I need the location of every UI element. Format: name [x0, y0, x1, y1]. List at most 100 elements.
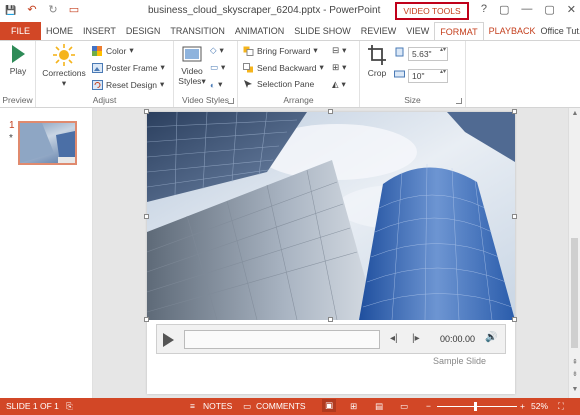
width-icon — [394, 70, 405, 78]
spellcheck-icon[interactable]: ⎘ — [66, 401, 73, 412]
undo-icon[interactable]: ↶ — [25, 3, 39, 17]
dialog-launcher-icon[interactable] — [228, 98, 234, 104]
poster-frame-label: Poster Frame — [106, 62, 158, 73]
tab-slide-show[interactable]: SLIDE SHOW — [289, 22, 356, 40]
resize-handle[interactable] — [144, 317, 149, 322]
resize-handle[interactable] — [144, 214, 149, 219]
resize-handle[interactable] — [512, 317, 517, 322]
tab-transition[interactable]: TRANSITION — [165, 22, 230, 40]
selection-pane-icon — [244, 80, 252, 88]
start-slideshow-icon[interactable]: ▭ — [67, 3, 81, 17]
group-icon: ⊞ — [332, 62, 340, 72]
video-styles-button[interactable]: Video Styles▾ — [176, 44, 208, 87]
resize-handle[interactable] — [328, 109, 333, 114]
slide: ◂| |▸ 00:00.00 🔊 Sample Slide — [144, 109, 517, 394]
scroll-thumb[interactable] — [571, 238, 578, 348]
slide-caption: Sample Slide — [433, 356, 487, 366]
zoom-out-icon[interactable]: − — [426, 401, 431, 411]
slide-number: 1 — [9, 120, 15, 131]
previous-slide-icon[interactable]: ⇞ — [569, 358, 580, 366]
video-frame[interactable] — [147, 112, 515, 320]
vertical-scrollbar[interactable]: ▲ ⇞ ⇟ ▼ — [568, 108, 580, 398]
slide-show-icon[interactable]: ▭ — [400, 401, 408, 412]
scroll-down-icon[interactable]: ▼ — [569, 386, 580, 393]
align-button[interactable]: ⊟ ▾ — [332, 45, 346, 56]
corrections-label: Corrections — [42, 68, 86, 78]
close-icon[interactable]: ✕ — [567, 3, 576, 16]
animation-marker: * — [9, 133, 13, 144]
resize-handle[interactable] — [512, 214, 517, 219]
tab-playback[interactable]: PLAYBACK — [484, 22, 541, 40]
resize-handle[interactable] — [512, 109, 517, 114]
slide-thumbnail-pane: 1 * — [0, 108, 93, 398]
tab-home[interactable]: HOME — [41, 22, 78, 40]
zoom-in-icon[interactable]: + — [520, 401, 525, 411]
group-size: Crop 5.63" 10" Size — [360, 41, 466, 107]
corrections-sun-icon — [53, 44, 75, 66]
resize-handle[interactable] — [144, 109, 149, 114]
bring-forward-button[interactable]: Bring Forward ▾ — [243, 45, 318, 56]
slide-thumbnail[interactable] — [18, 121, 77, 165]
tab-animation[interactable]: ANIMATION — [230, 22, 289, 40]
bring-forward-icon — [243, 46, 254, 56]
ribbon-display-icon[interactable]: ▢ — [499, 3, 509, 16]
zoom-slider[interactable] — [437, 406, 517, 407]
tab-review[interactable]: REVIEW — [356, 22, 402, 40]
color-icon — [92, 45, 102, 56]
normal-view-icon[interactable]: ▣ — [322, 399, 337, 412]
dialog-launcher-icon[interactable] — [456, 98, 462, 104]
volume-icon[interactable]: 🔊 — [485, 332, 497, 343]
group-adjust: Corrections ▾ Color ▾ Poster Frame ▾ Reset … — [36, 41, 174, 107]
crop-button[interactable]: Crop — [363, 44, 391, 78]
skip-back-icon[interactable]: ◂| — [390, 333, 398, 344]
color-label: Color — [106, 45, 127, 56]
selection-pane-button[interactable]: Selection Pane — [243, 79, 314, 89]
rotate-icon: ◭ — [332, 79, 339, 89]
reading-view-icon[interactable]: ▤ — [375, 401, 383, 412]
corrections-button[interactable]: Corrections ▾ — [39, 44, 89, 89]
group-preview: Play Preview — [0, 41, 36, 107]
window-controls: ? ▢ — ▢ ✕ — [481, 3, 576, 16]
skyscraper-video-image — [147, 112, 515, 320]
send-backward-button[interactable]: Send Backward ▾ — [243, 62, 324, 73]
tab-file[interactable]: FILE — [0, 22, 42, 40]
rotate-button[interactable]: ◭ ▾ — [332, 79, 346, 90]
tab-view[interactable]: VIEW — [401, 22, 434, 40]
notes-icon[interactable]: ≡ — [190, 401, 195, 411]
video-shape-button[interactable]: ◇ ▾ — [210, 45, 224, 56]
fit-slide-icon[interactable]: ⛶ — [558, 401, 564, 412]
comments-icon[interactable]: ▭ — [243, 401, 251, 412]
zoom-slider-knob[interactable] — [474, 402, 477, 411]
height-input[interactable]: 5.63" — [408, 47, 448, 61]
video-effects-button[interactable]: ◐ ▾ — [210, 79, 222, 90]
tab-format[interactable]: FORMAT — [434, 22, 484, 40]
zoom-level[interactable]: 52% — [531, 401, 548, 411]
next-slide-icon[interactable]: ⇟ — [569, 370, 580, 378]
chevron-down-icon: ▾ — [342, 62, 347, 72]
tab-insert[interactable]: INSERT — [78, 22, 121, 40]
tab-design[interactable]: DESIGN — [121, 22, 166, 40]
save-icon[interactable]: 💾 — [4, 3, 18, 17]
play-button[interactable]: Play — [4, 44, 32, 76]
user-account[interactable]: Office Tut... — [540, 22, 580, 40]
video-border-button[interactable]: ▭ ▾ — [210, 62, 225, 73]
seek-bar[interactable] — [184, 330, 380, 349]
help-icon[interactable]: ? — [481, 3, 487, 16]
poster-frame-button[interactable]: Poster Frame ▾ — [92, 62, 165, 73]
play-icon[interactable] — [163, 333, 174, 347]
width-input[interactable]: 10" — [408, 69, 448, 83]
thumbnail-image — [20, 123, 75, 163]
notes-button[interactable]: NOTES — [203, 401, 232, 411]
maximize-icon[interactable]: ▢ — [544, 3, 554, 16]
redo-icon[interactable]: ↻ — [46, 3, 60, 17]
reset-design-button[interactable]: Reset Design ▾ — [92, 79, 164, 90]
color-button[interactable]: Color ▾ — [92, 45, 134, 56]
group-objects-button[interactable]: ⊞ ▾ — [332, 62, 346, 73]
ribbon-tabs: FILE HOME INSERT DESIGN TRANSITION ANIMA… — [0, 22, 580, 40]
skip-forward-icon[interactable]: |▸ — [412, 333, 420, 344]
comments-button[interactable]: COMMENTS — [256, 401, 306, 411]
resize-handle[interactable] — [328, 317, 333, 322]
minimize-icon[interactable]: — — [521, 3, 532, 16]
slide-sorter-icon[interactable]: ⊞ — [350, 401, 357, 412]
scroll-up-icon[interactable]: ▲ — [569, 110, 580, 117]
